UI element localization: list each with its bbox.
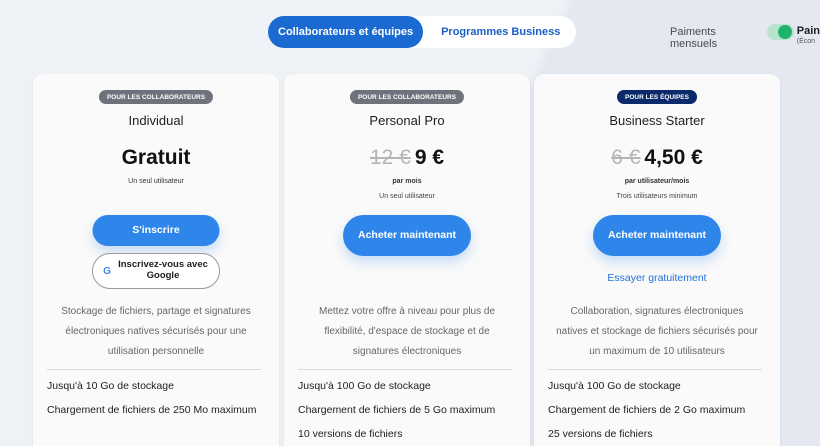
billing-unit: par utilisateur/mois <box>624 178 690 185</box>
plan-badge: POUR LES ÉQUIPES <box>617 90 697 104</box>
buy-now-button[interactable]: Acheter maintenant <box>593 215 721 256</box>
feature-item: Jusqu'à 10 Go de stockage <box>47 380 174 392</box>
feature-item: Chargement de fichiers de 2 Go maximum <box>548 404 746 416</box>
buy-now-button[interactable]: Acheter maintenant <box>343 215 471 256</box>
user-limit-note: Trois utilisateurs minimum <box>616 193 698 200</box>
annual-savings-note: (Écon <box>796 38 816 45</box>
feature-list: Jusqu'à 100 Go de stockage Chargement de… <box>548 380 766 446</box>
card-divider <box>298 369 512 370</box>
tab-business-programs[interactable]: Programmes Business <box>423 16 576 48</box>
current-price: Gratuit <box>121 146 191 169</box>
plan-badge: POUR LES COLLABORATEURS <box>349 90 465 104</box>
feature-item: Jusqu'à 100 Go de stockage <box>298 380 431 392</box>
original-price: 12 € <box>369 146 411 169</box>
price-note: Un seul utilisateur <box>128 178 184 185</box>
plan-name: Business Starter <box>609 113 705 128</box>
google-signup-label: Inscrivez-vous avec Google <box>118 259 208 281</box>
plan-price: 6 €4,50 € <box>534 146 780 170</box>
annual-billing-label-group: Pain (Écon <box>796 24 820 46</box>
feature-item: Jusqu'à 100 Go de stockage <box>548 380 681 392</box>
plan-name: Individual <box>128 113 184 128</box>
plan-price: 12 €9 € <box>284 146 530 170</box>
plan-badge: POUR LES COLLABORATEURS <box>98 90 214 104</box>
card-divider <box>548 369 762 370</box>
plan-description: Stockage de fichiers, partage et signatu… <box>61 306 251 357</box>
billing-period-switch: Paiments mensuels Pain (Écon <box>670 24 820 50</box>
plan-card-personal-pro: POUR LES COLLABORATEURS Personal Pro 12 … <box>284 74 530 446</box>
current-price: 9 € <box>414 146 445 169</box>
plan-name: Personal Pro <box>369 113 445 128</box>
plan-price: Gratuit <box>33 146 279 170</box>
billing-toggle[interactable] <box>766 24 794 40</box>
current-price: 4,50 € <box>644 146 703 169</box>
feature-list: Jusqu'à 100 Go de stockage Chargement de… <box>298 380 516 446</box>
signup-button[interactable]: S'inscrire <box>92 215 220 246</box>
feature-item: 10 versions de fichiers <box>298 428 403 440</box>
original-price: 6 € <box>611 146 641 169</box>
feature-list: Jusqu'à 10 Go de stockage Chargement de … <box>47 380 265 425</box>
feature-item: Chargement de fichiers de 250 Mo maximum <box>47 404 257 416</box>
plan-category-tabs: Collaborateurs et équipes Programmes Bus… <box>268 16 577 48</box>
plan-description: Mettez votre offre à niveau pour plus de… <box>318 306 496 357</box>
free-trial-link[interactable]: Essayer gratuitement <box>534 272 780 284</box>
tab-collaborators-teams[interactable]: Collaborateurs et équipes <box>268 16 424 48</box>
plan-card-business-starter: POUR LES ÉQUIPES Business Starter 6 €4,5… <box>534 74 780 446</box>
plan-card-individual: POUR LES COLLABORATEURS Individual Gratu… <box>33 74 279 446</box>
feature-item: Chargement de fichiers de 5 Go maximum <box>298 404 496 416</box>
monthly-billing-label: Paiments mensuels <box>670 26 718 50</box>
billing-unit: par mois <box>392 178 422 185</box>
user-limit-note: Un seul utilisateur <box>379 193 435 200</box>
google-signup-button[interactable]: G Inscrivez-vous avec Google <box>92 253 220 289</box>
card-divider <box>47 369 261 370</box>
feature-item: 25 versions de fichiers <box>548 428 653 440</box>
toggle-knob <box>777 25 792 39</box>
google-icon: G <box>103 265 111 277</box>
plan-description: Collaboration, signatures électroniques … <box>556 306 758 357</box>
annual-billing-label: Pain <box>796 25 820 37</box>
